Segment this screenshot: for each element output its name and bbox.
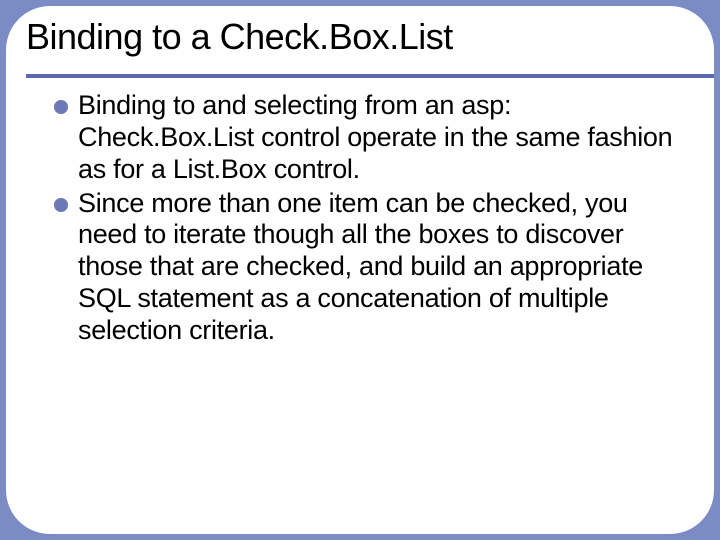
title-underline: [26, 74, 714, 78]
slide-card: Binding to a Check.Box.List Binding to a…: [6, 6, 714, 534]
slide-content: Binding to and selecting from an asp: Ch…: [54, 90, 674, 349]
bullet-item: Since more than one item can be checked,…: [54, 188, 674, 347]
title-area: Binding to a Check.Box.List: [26, 16, 694, 64]
slide-title: Binding to a Check.Box.List: [26, 16, 694, 64]
bullet-text: Binding to and selecting from an asp: Ch…: [78, 90, 674, 186]
bullet-icon: [54, 198, 68, 212]
bullet-item: Binding to and selecting from an asp: Ch…: [54, 90, 674, 186]
bullet-text: Since more than one item can be checked,…: [78, 188, 674, 347]
bullet-icon: [54, 100, 68, 114]
